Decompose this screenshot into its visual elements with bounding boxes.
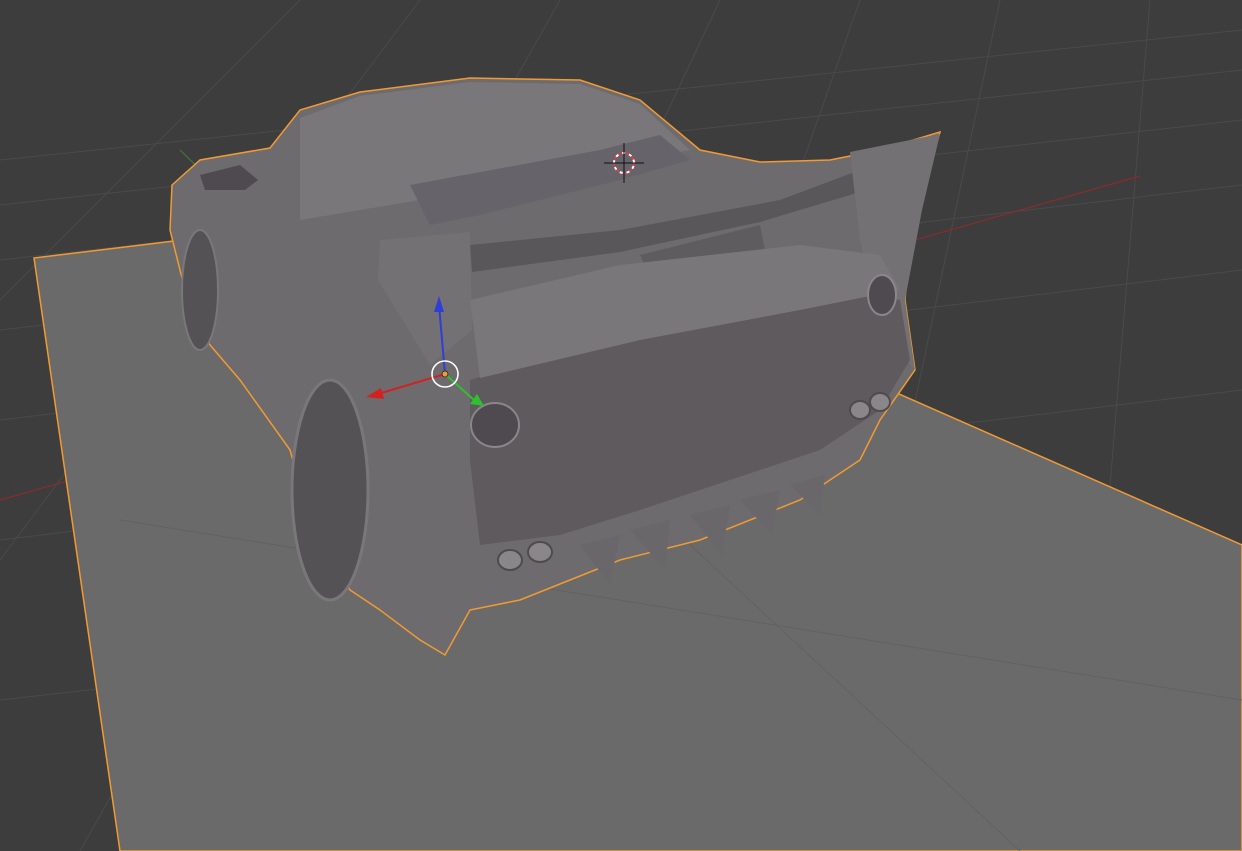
rear-wheel xyxy=(290,378,370,602)
viewport-canvas[interactable] xyxy=(0,0,1242,851)
object-origin-icon xyxy=(441,370,449,378)
tail-light-left xyxy=(470,402,520,448)
tail-light-right xyxy=(867,274,897,316)
front-wheel xyxy=(181,229,219,351)
3d-viewport[interactable] xyxy=(0,0,1242,851)
